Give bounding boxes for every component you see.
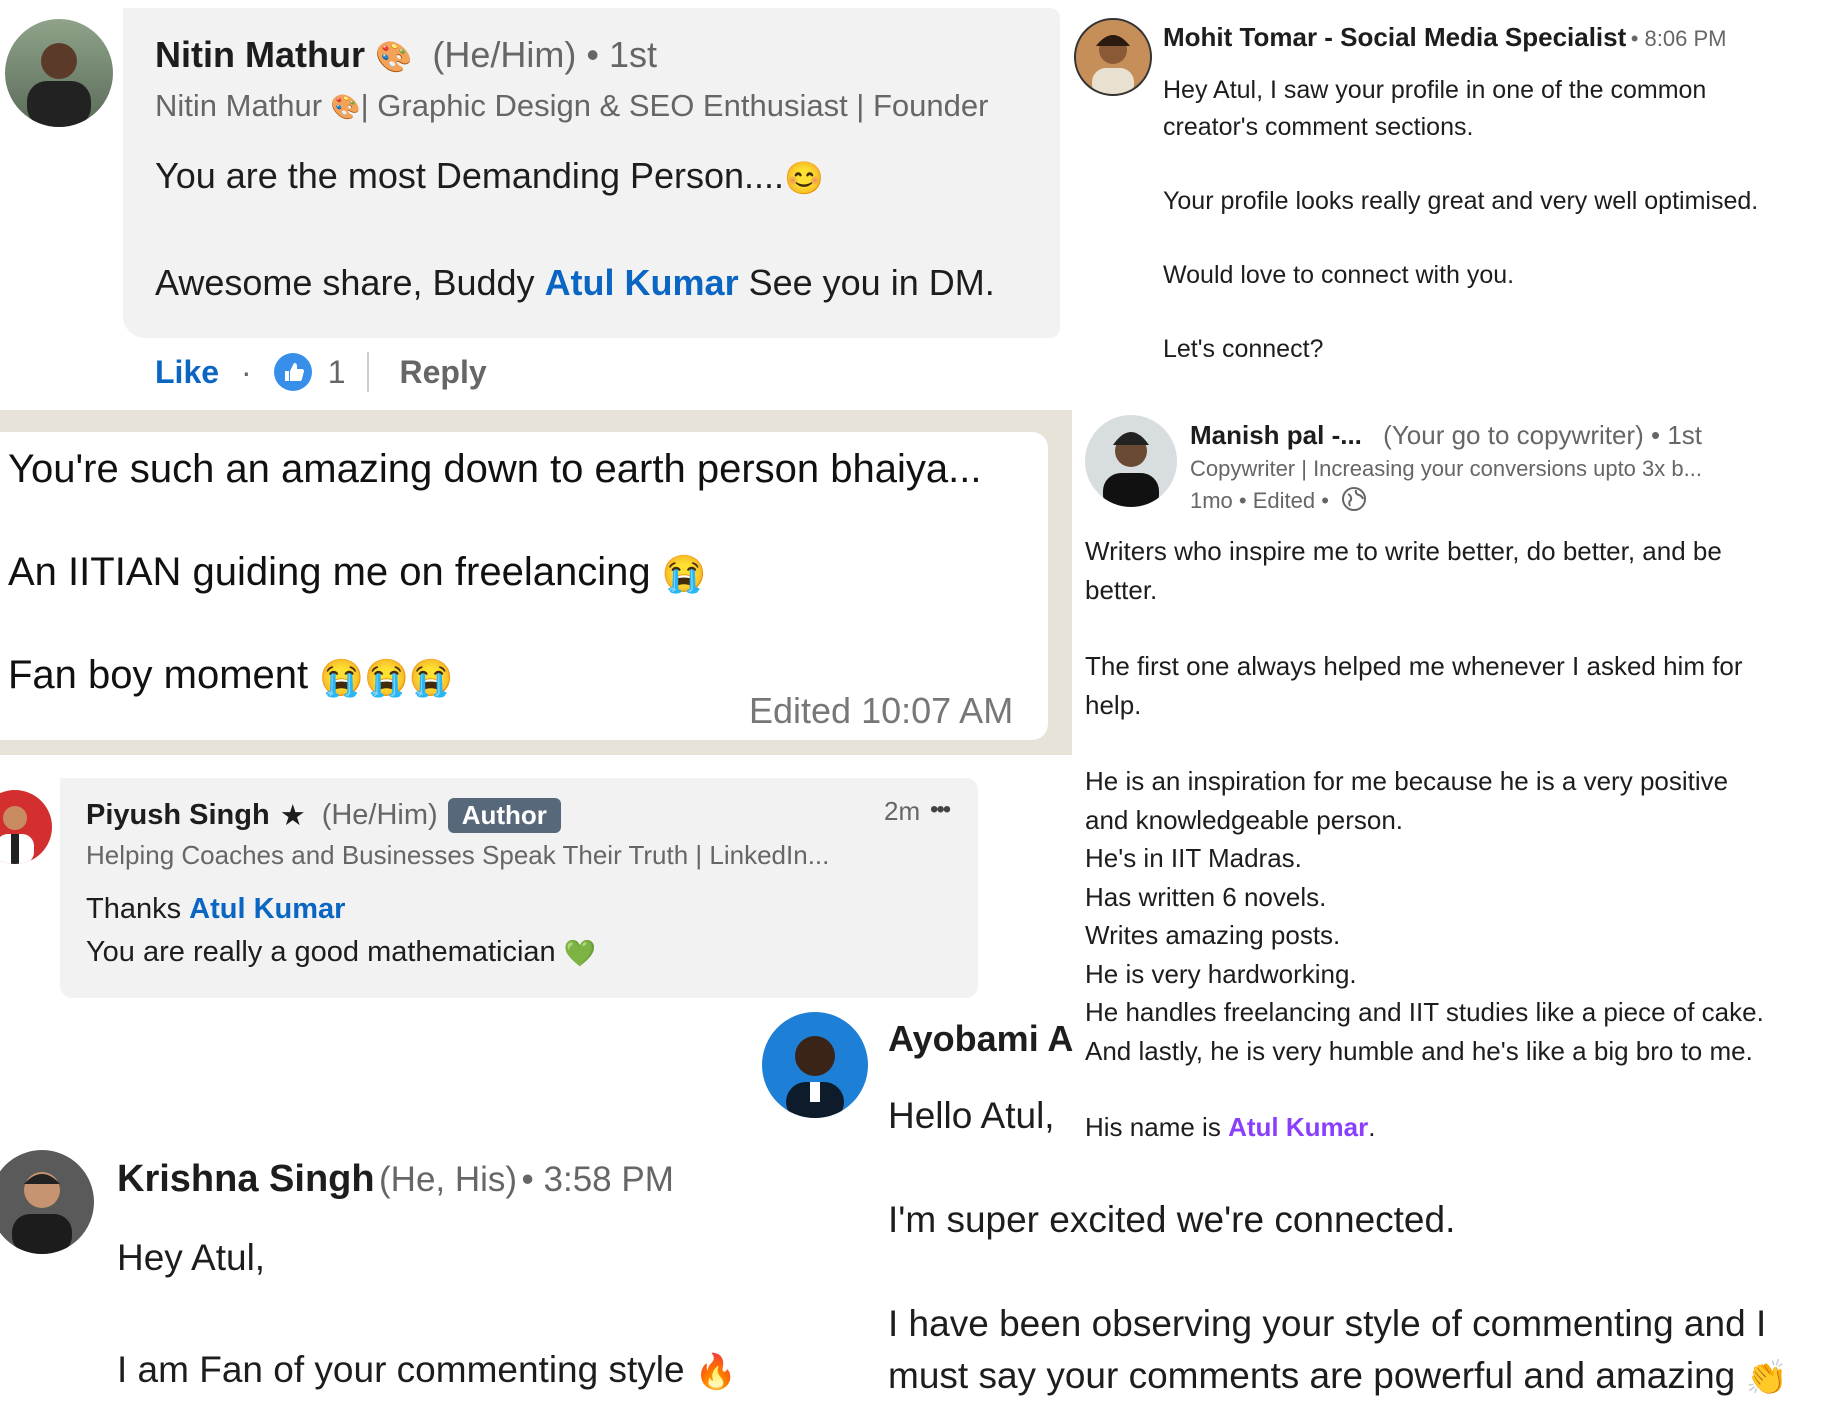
whatsapp-meta: Edited 10:07 AM: [749, 690, 1014, 731]
whatsapp-message: You're such an amazing down to earth per…: [8, 447, 981, 699]
clapping-emoji-icon: 👏: [1745, 1359, 1788, 1398]
piyush-time: 2m: [884, 796, 921, 826]
star-icon: ★: [279, 800, 306, 832]
smile-emoji-icon: 😊: [784, 160, 824, 197]
manish-line: better.: [1085, 574, 1158, 605]
manish-body: Writers who inspire me to write better, …: [1085, 532, 1764, 1147]
piyush-line2-text: You are really a good mathematician: [86, 936, 556, 968]
krishna-time: • 3:58 PM: [521, 1160, 674, 1199]
manish-line: He is an inspiration for me because he i…: [1085, 766, 1729, 796]
manish-line: Has written 6 novels.: [1085, 881, 1327, 912]
nitin-headline-name: Nitin Mathur: [155, 88, 323, 123]
mohit-line1: Hey Atul, I saw your profile in one of t…: [1163, 76, 1707, 104]
manish-line: He's in IIT Madras.: [1085, 843, 1302, 873]
ayobami-line1: Hello Atul,: [888, 1095, 1055, 1136]
wa-line3-text: Fan boy moment: [8, 653, 309, 698]
krishna-name[interactable]: Krishna Singh: [117, 1158, 375, 1200]
author-badge: Author: [447, 798, 561, 833]
krishna-pronouns: (He, His): [379, 1160, 518, 1199]
mohit-line3: Your profile looks really great and very…: [1163, 187, 1759, 215]
globe-icon: [1341, 486, 1367, 518]
like-button[interactable]: Like: [155, 354, 219, 391]
krishna-avatar[interactable]: [0, 1150, 94, 1254]
nitin-line1-text: You are the most Demanding Person....: [155, 155, 785, 196]
manish-meta-text: 1mo • Edited •: [1190, 487, 1329, 513]
manish-line: and knowledgeable person.: [1085, 804, 1404, 835]
mention-atul-kumar[interactable]: Atul Kumar: [189, 893, 345, 925]
manish-header: Manish pal -... (Your go to copywriter) …: [1190, 420, 1702, 451]
mohit-header: Mohit Tomar - Social Media Specialist • …: [1163, 22, 1726, 53]
piyush-avatar[interactable]: [0, 790, 52, 864]
mohit-time: • 8:06 PM: [1630, 26, 1727, 51]
manish-degree: • 1st: [1651, 420, 1703, 450]
ayobami-line4: must say your comments are powerful and …: [888, 1350, 1788, 1404]
vertical-divider: [367, 352, 370, 392]
piyush-pronouns: (He/Him): [321, 799, 438, 831]
reaction-count: 1: [327, 353, 346, 390]
krishna-line2-text: I am Fan of your commenting style: [117, 1349, 685, 1390]
ayobami-line2: I'm super excited we're connected.: [888, 1199, 1456, 1240]
piyush-line1-pre: Thanks: [86, 893, 182, 925]
krishna-line2: I am Fan of your commenting style 🔥: [117, 1349, 737, 1392]
nitin-degree: • 1st: [586, 34, 658, 75]
mohit-line5: Let's connect?: [1163, 335, 1324, 363]
wa-line1: You're such an amazing down to earth per…: [8, 447, 982, 491]
krishna-line1: Hey Atul,: [117, 1237, 266, 1278]
nitin-actions: Like · 1 Reply: [155, 352, 487, 392]
manish-meta: 1mo • Edited •: [1190, 486, 1367, 518]
manish-headline: Copywriter | Increasing your conversions…: [1190, 456, 1702, 481]
manish-line: The first one always helped me whenever …: [1085, 651, 1743, 681]
ayobami-line4-text: must say your comments are powerful and …: [888, 1355, 1736, 1396]
piyush-headline: Helping Coaches and Businesses Speak The…: [86, 840, 830, 870]
nitin-headline: Nitin Mathur 🎨| Graphic Design & SEO Ent…: [155, 88, 988, 124]
green-heart-icon: 💚: [563, 937, 597, 968]
nitin-header: Nitin Mathur 🎨 (He/Him) • 1st: [155, 34, 657, 76]
ayobami-message: Hello Atul, I'm super excited we're conn…: [888, 1090, 1788, 1404]
mohit-avatar[interactable]: [1074, 18, 1152, 96]
reply-button[interactable]: Reply: [399, 354, 486, 391]
nitin-avatar[interactable]: [5, 19, 113, 127]
crying-emoji-icon: 😭: [661, 553, 707, 595]
piyush-line2: You are really a good mathematician 💚: [86, 936, 596, 969]
mohit-name[interactable]: Mohit Tomar - Social Media Specialist: [1163, 22, 1626, 52]
piyush-name[interactable]: Piyush Singh: [86, 799, 270, 832]
mohit-line2: creator's comment sections.: [1163, 113, 1474, 141]
krishna-header: Krishna Singh (He, His) • 3:58 PM: [117, 1158, 674, 1201]
nitin-comment-line2: Awesome share, Buddy Atul Kumar See you …: [155, 262, 995, 304]
nitin-line2-post: See you in DM.: [748, 262, 995, 303]
ayobami-name[interactable]: Ayobami A: [888, 1018, 1073, 1060]
wa-line2: An IITIAN guiding me on freelancing 😭: [8, 550, 981, 595]
mohit-line4: Would love to connect with you.: [1163, 261, 1515, 289]
ayobami-avatar[interactable]: [762, 1012, 868, 1118]
wa-line2-text: An IITIAN guiding me on freelancing: [8, 550, 651, 594]
manish-line: Writers who inspire me to write better, …: [1085, 536, 1722, 566]
manish-tagline: (Your go to copywriter): [1383, 420, 1644, 450]
dot-separator: ·: [241, 353, 252, 390]
ayobami-line3: I have been observing your style of comm…: [888, 1303, 1767, 1344]
manish-line: He is very hardworking.: [1085, 958, 1357, 989]
palette-emoji-icon: 🎨: [330, 94, 361, 122]
manish-line: help.: [1085, 689, 1142, 720]
nitin-pronouns: (He/Him): [432, 34, 577, 75]
nitin-line2-pre: Awesome share, Buddy: [155, 262, 535, 303]
manish-line: He handles freelancing and IIT studies l…: [1085, 997, 1764, 1027]
piyush-line1: Thanks Atul Kumar: [86, 893, 345, 926]
krishna-message: Hey Atul, I am Fan of your commenting st…: [117, 1237, 737, 1392]
palette-emoji-icon: 🎨: [375, 40, 413, 74]
nitin-headline-rest: | Graphic Design & SEO Enthusiast | Foun…: [360, 88, 989, 123]
nitin-comment-line1: You are the most Demanding Person....😊: [155, 155, 824, 197]
more-icon[interactable]: •••: [930, 796, 951, 824]
thumbs-up-icon[interactable]: [273, 353, 312, 391]
manish-avatar[interactable]: [1085, 415, 1177, 507]
manish-line: Writes amazing posts.: [1085, 920, 1341, 950]
piyush-header: Piyush Singh ★ (He/Him) Author: [86, 798, 561, 833]
fire-emoji-icon: 🔥: [694, 1353, 738, 1392]
manish-line: And lastly, he is very humble and he's l…: [1085, 1035, 1753, 1066]
mention-atul-kumar[interactable]: Atul Kumar: [545, 262, 739, 303]
crying-emoji-icon: 😭😭😭: [319, 656, 454, 698]
manish-name[interactable]: Manish pal -...: [1190, 420, 1362, 450]
mohit-message: Hey Atul, I saw your profile in one of t…: [1163, 72, 1758, 368]
nitin-name[interactable]: Nitin Mathur: [155, 34, 365, 75]
